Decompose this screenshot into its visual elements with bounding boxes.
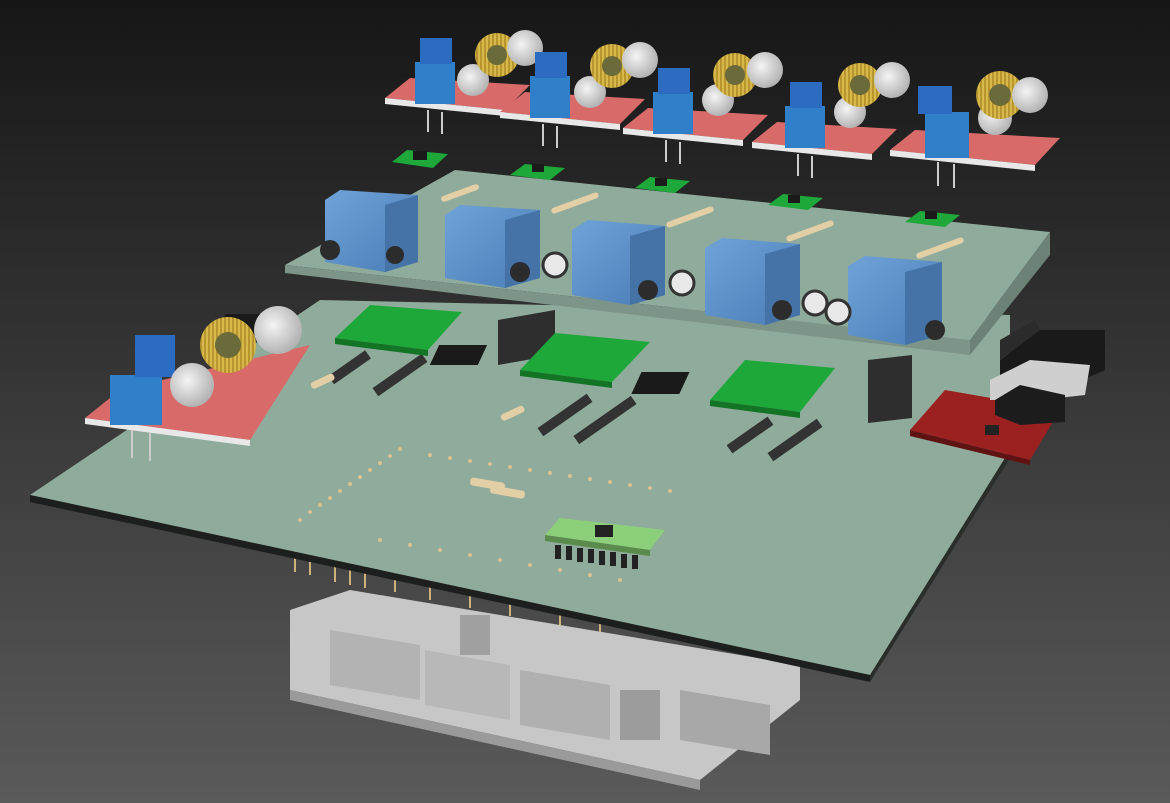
pcb-3d-render-viewport <box>0 0 1170 803</box>
relay <box>320 190 418 272</box>
pcb-assembly-exploded-view <box>0 0 1170 803</box>
